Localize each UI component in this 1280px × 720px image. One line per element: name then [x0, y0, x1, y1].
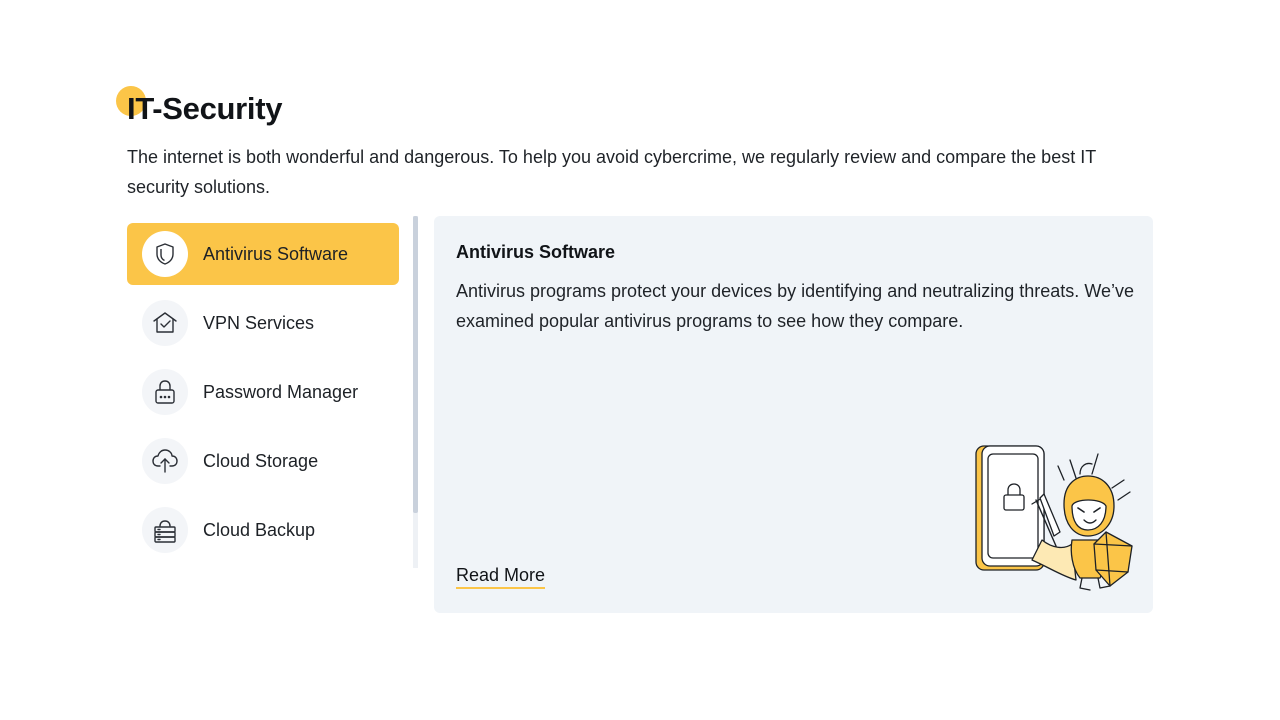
- sidebar-item-cloud-storage[interactable]: Cloud Storage: [127, 430, 399, 492]
- page: IT-Security The internet is both wonderf…: [0, 0, 1280, 720]
- read-more-link[interactable]: Read More: [456, 564, 546, 589]
- sidebar-item-vpn-services[interactable]: VPN Services: [127, 292, 399, 354]
- panel-description: Antivirus programs protect your devices …: [456, 281, 1134, 331]
- sidebar-item-label: VPN Services: [203, 312, 315, 333]
- sidebar-item-label: Cloud Backup: [203, 519, 316, 540]
- cloud-upload-icon: [142, 438, 188, 484]
- sidebar-item-cloud-backup[interactable]: Cloud Backup: [127, 499, 399, 561]
- knight-mascot-illustration: [975, 445, 1133, 591]
- title-block: IT-Security: [116, 86, 283, 130]
- sidebar-item-antivirus-software[interactable]: Antivirus Software: [127, 223, 399, 285]
- panel-title: Antivirus Software: [456, 242, 616, 262]
- category-sidebar: Antivirus Software VPN Services Password…: [127, 216, 421, 568]
- category-detail-panel: Antivirus Software Antivirus programs pr…: [434, 216, 1153, 613]
- sidebar-item-label: Antivirus Software: [203, 243, 349, 264]
- intro-text: The internet is both wonderful and dange…: [127, 147, 1096, 197]
- cloud-server-icon: [142, 507, 188, 553]
- sidebar-item-password-manager[interactable]: Password Manager: [127, 361, 399, 423]
- house-check-icon: [142, 300, 188, 346]
- sidebar-scrollbar-thumb[interactable]: [413, 216, 418, 513]
- sidebar-item-label: Cloud Storage: [203, 450, 319, 471]
- page-title: IT-Security: [127, 91, 283, 126]
- shield-icon: [142, 231, 188, 277]
- sidebar-item-label: Password Manager: [203, 381, 359, 402]
- padlock-icon: [142, 369, 188, 415]
